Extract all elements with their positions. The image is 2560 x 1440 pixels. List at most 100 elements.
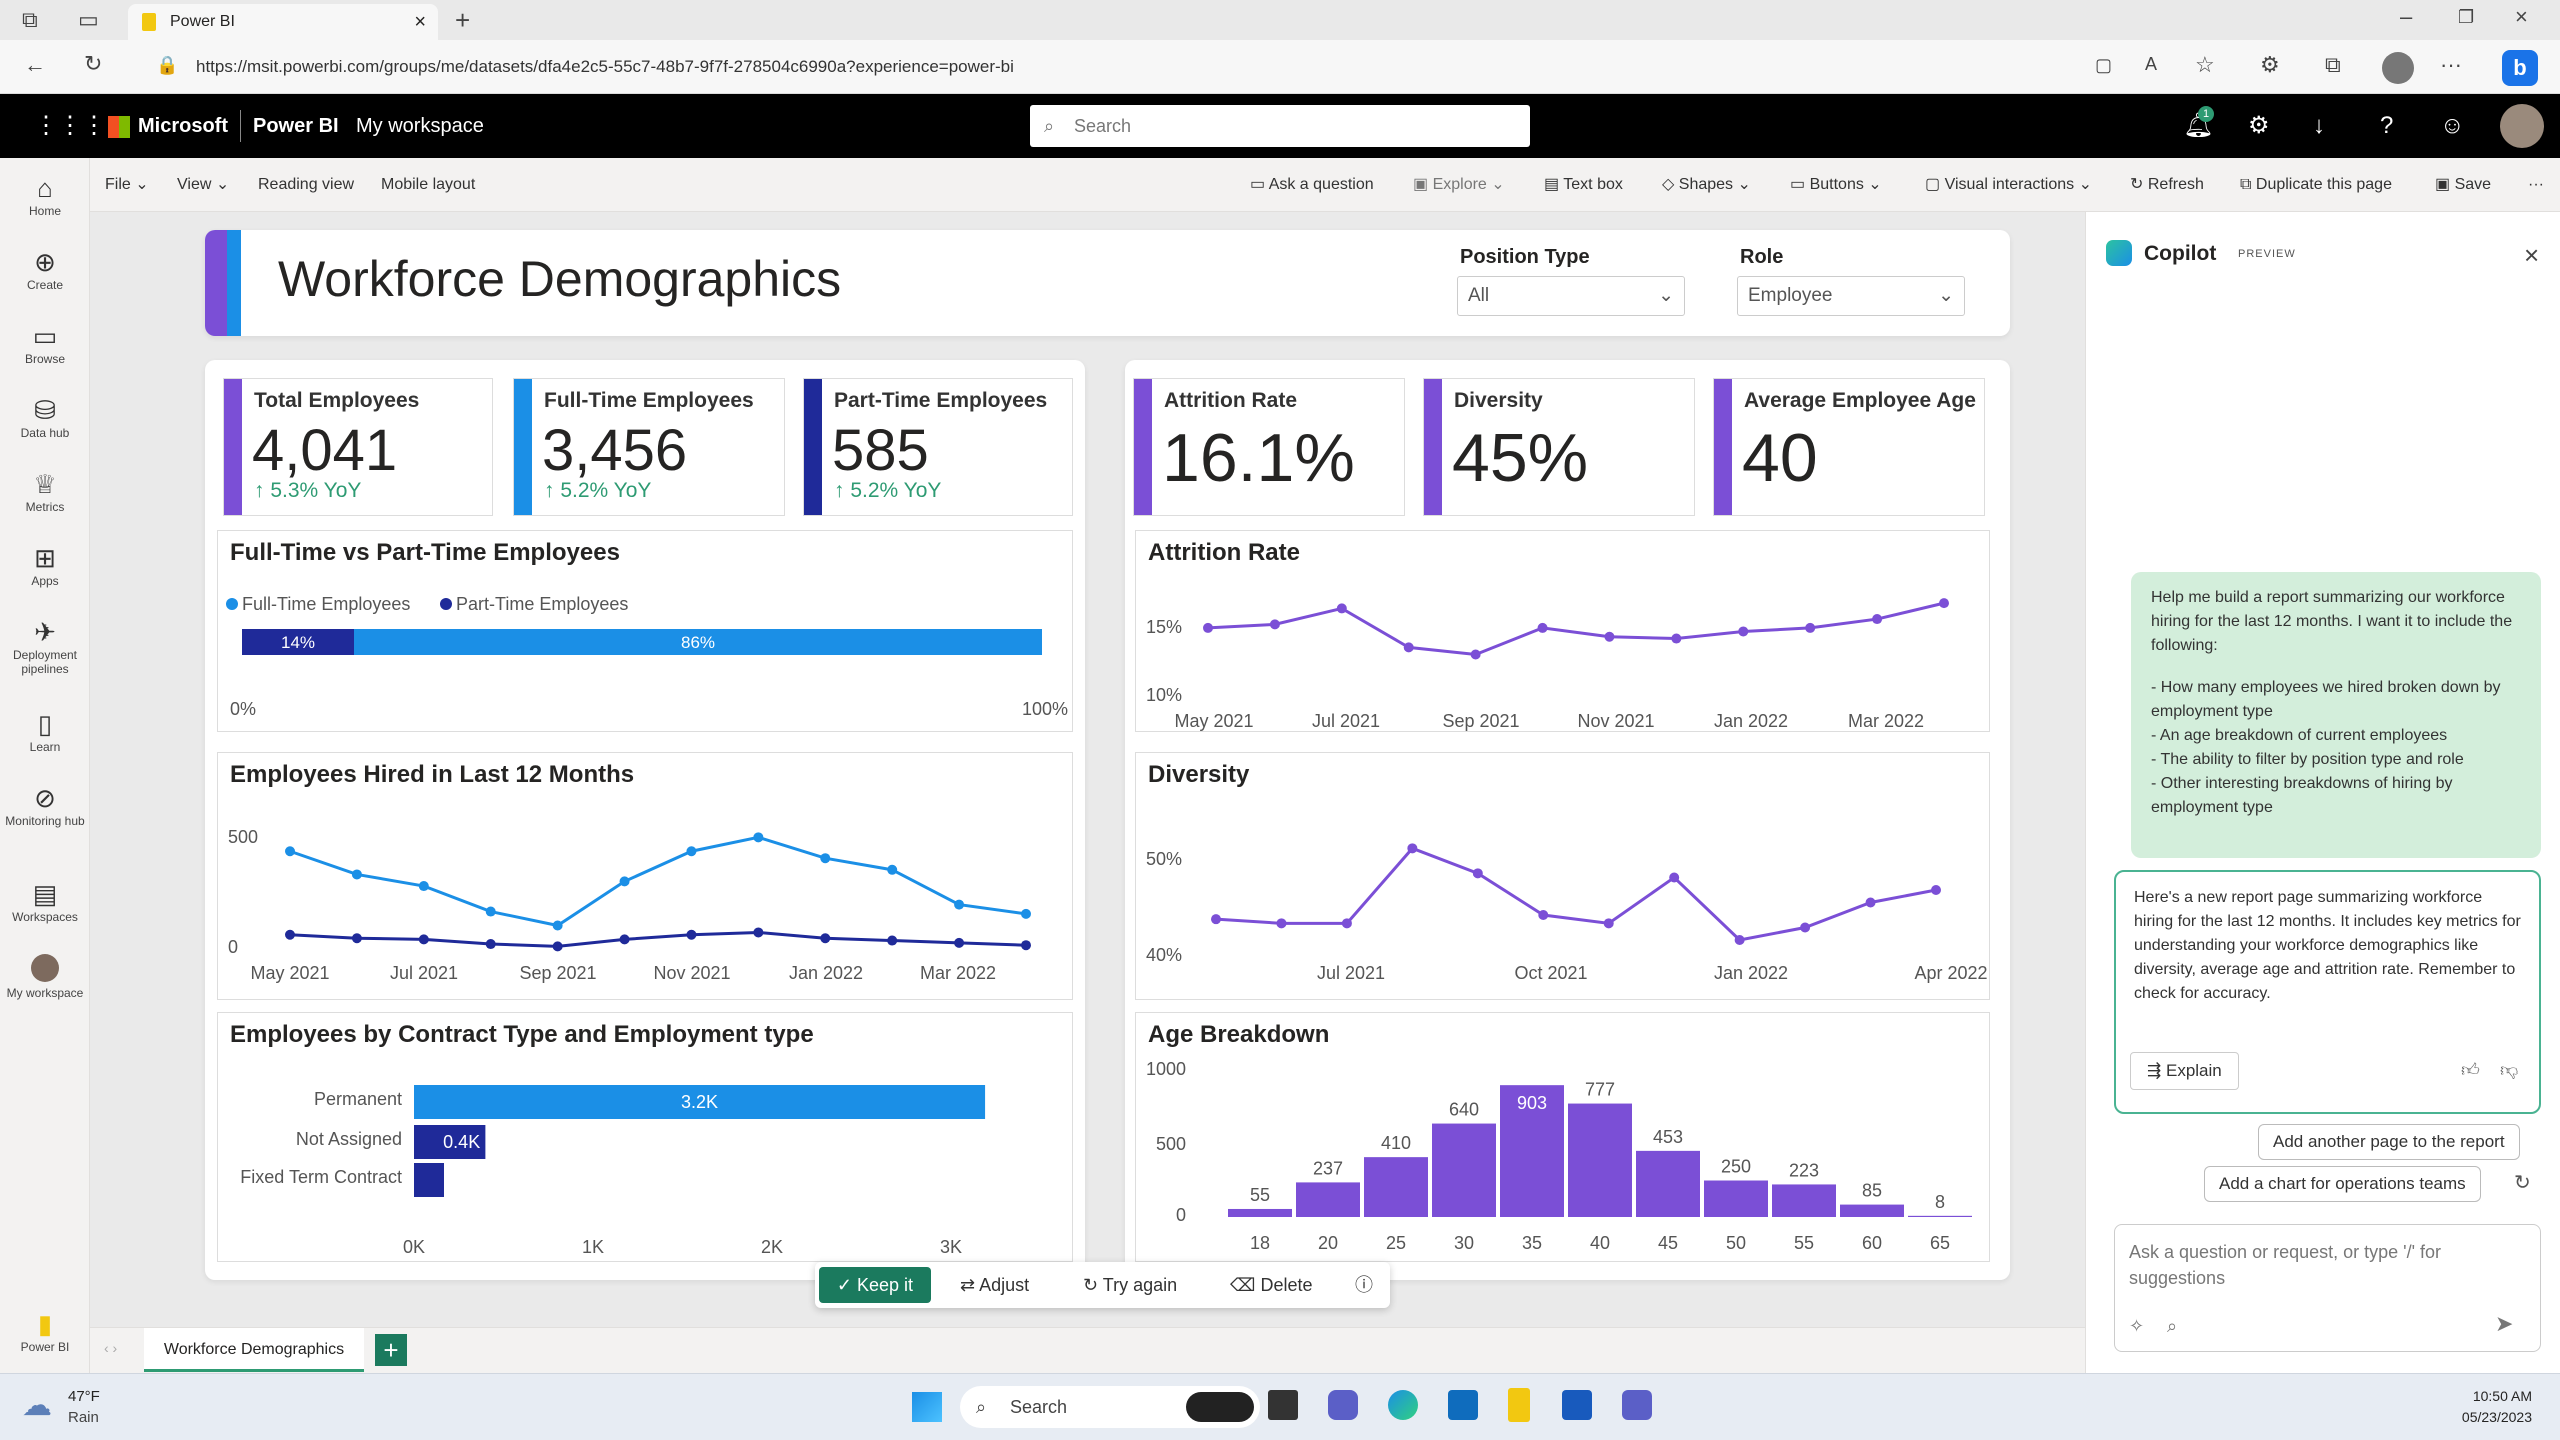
adjust-button[interactable]: ⇄ Adjust bbox=[960, 1262, 1029, 1308]
attach-icon[interactable]: ⌕ bbox=[2167, 1313, 2177, 1339]
data-label: 85 bbox=[1862, 1181, 1882, 1201]
close-copilot-icon[interactable]: × bbox=[2524, 240, 2539, 271]
more-icon[interactable]: ··· bbox=[2440, 54, 2462, 76]
edge-icon[interactable] bbox=[1388, 1390, 1418, 1420]
taskbar-search[interactable]: ⌕ Search bbox=[960, 1386, 1260, 1428]
ribbon-save[interactable]: ▣ Save bbox=[2435, 158, 2491, 212]
kpi-part-time-employees[interactable]: Part-Time Employees 585 ↑ 5.2% YoY bbox=[803, 378, 1073, 516]
ribbon-visual-interactions[interactable]: ▢ Visual interactions ⌄ bbox=[1925, 158, 2092, 212]
ribbon-buttons[interactable]: ▭ Buttons ⌄ bbox=[1790, 158, 1882, 212]
read-aloud-icon[interactable]: A bbox=[2145, 55, 2157, 73]
suggestion-chip[interactable]: Add another page to the report bbox=[2258, 1124, 2520, 1160]
user-avatar[interactable] bbox=[2500, 104, 2544, 148]
browser-tab[interactable]: Power BI × bbox=[128, 4, 438, 40]
nav-monitoring-hub[interactable]: ⊘ Monitoring hub bbox=[0, 782, 90, 828]
delete-button[interactable]: ⌫ Delete bbox=[1230, 1262, 1313, 1308]
thumbs-down-icon[interactable]: 👎︎ bbox=[2500, 1058, 2518, 1082]
page-tab-workforce[interactable]: Workforce Demographics bbox=[144, 1328, 364, 1372]
app-launcher-icon[interactable]: ⋮⋮⋮ bbox=[34, 94, 106, 158]
refresh-icon[interactable]: ↻ bbox=[84, 53, 102, 75]
sparkle-icon[interactable]: ✧ bbox=[2129, 1313, 2144, 1339]
kpi-diversity[interactable]: Diversity 45% bbox=[1423, 378, 1695, 516]
prev-page-icon[interactable]: ‹ › bbox=[104, 1340, 117, 1356]
nav-powerbi[interactable]: ▮ Power BI bbox=[0, 1308, 90, 1354]
workspaces-icon[interactable]: ⧉ bbox=[22, 9, 38, 31]
role-dropdown[interactable]: Employee ⌄ bbox=[1737, 276, 1965, 316]
powerbi-taskbar-icon[interactable] bbox=[1508, 1388, 1530, 1422]
teams-icon[interactable] bbox=[1622, 1390, 1652, 1420]
ribbon-mobile-layout[interactable]: Mobile layout bbox=[381, 158, 475, 212]
ribbon-view[interactable]: View ⌄ bbox=[177, 158, 229, 212]
visual-ft-vs-pt[interactable]: Full-Time vs Part-Time Employees Full-Ti… bbox=[217, 530, 1073, 732]
download-icon[interactable]: ↓ bbox=[2313, 94, 2325, 158]
kpi-attrition-rate[interactable]: Attrition Rate 16.1% bbox=[1133, 378, 1405, 516]
refresh-suggestions-icon[interactable]: ↻ bbox=[2514, 1170, 2531, 1195]
collections-icon[interactable]: ⧉ bbox=[2325, 54, 2341, 76]
send-icon[interactable]: ➤ bbox=[2495, 1311, 2513, 1337]
feedback-icon[interactable]: ☺ bbox=[2440, 94, 2465, 158]
ribbon-shapes[interactable]: ◇ Shapes ⌄ bbox=[1662, 158, 1751, 212]
kpi-full-time-employees[interactable]: Full-Time Employees 3,456 ↑ 5.2% YoY bbox=[513, 378, 785, 516]
suggestion-chip[interactable]: Add a chart for operations teams bbox=[2204, 1166, 2481, 1202]
nav-apps[interactable]: ⊞ Apps bbox=[0, 542, 90, 588]
ribbon-refresh[interactable]: ↻ Refresh bbox=[2130, 158, 2204, 212]
nav-browse[interactable]: ▭ Browse bbox=[0, 320, 90, 366]
visual-age-breakdown[interactable]: Age Breakdown 1000 500 0 55 18 237 20 410 25 640 3… bbox=[1135, 1012, 1990, 1262]
close-tab-icon[interactable]: × bbox=[414, 4, 426, 40]
app-available-icon[interactable]: ▢ bbox=[2095, 56, 2112, 74]
ribbon-reading-view[interactable]: Reading view bbox=[258, 158, 354, 212]
nav-workspaces[interactable]: ▤ Workspaces bbox=[0, 878, 90, 924]
nav-learn[interactable]: ▯ Learn bbox=[0, 708, 90, 754]
search-input[interactable]: ⌕ Search bbox=[1030, 105, 1530, 147]
ribbon-ask-question[interactable]: ▭ Ask a question bbox=[1250, 158, 1374, 212]
product-name[interactable]: Power BI bbox=[253, 94, 339, 158]
url-field[interactable]: https://msit.powerbi.com/groups/me/datas… bbox=[196, 52, 2196, 82]
ribbon-text-box[interactable]: ▤ Text box bbox=[1544, 158, 1623, 212]
ribbon-more-icon[interactable]: ··· bbox=[2528, 158, 2544, 212]
workspace-name[interactable]: My workspace bbox=[356, 94, 484, 158]
close-window-icon[interactable]: × bbox=[2515, 6, 2528, 28]
microsoft-brand[interactable]: Microsoft bbox=[138, 94, 228, 158]
nav-home[interactable]: ⌂ Home bbox=[0, 172, 90, 218]
explain-button[interactable]: ⇶ Explain bbox=[2130, 1052, 2239, 1090]
outlook-icon[interactable] bbox=[1448, 1390, 1478, 1420]
kpi-average-age[interactable]: Average Employee Age 40 bbox=[1713, 378, 1985, 516]
copilot-input[interactable]: Ask a question or request, or type '/' f… bbox=[2114, 1224, 2541, 1352]
thumbs-up-icon[interactable]: 👍︎ bbox=[2461, 1058, 2480, 1082]
add-page-button[interactable]: + bbox=[375, 1334, 407, 1366]
weather-icon[interactable]: ☁ bbox=[22, 1388, 52, 1423]
notifications-icon[interactable]: 🔔︎ bbox=[2183, 94, 2213, 158]
nav-my-workspace[interactable]: My workspace bbox=[0, 954, 90, 1000]
visual-employees-hired[interactable]: Employees Hired in Last 12 Months 500 0 Ma… bbox=[217, 752, 1073, 1000]
visual-contract-type[interactable]: Employees by Contract Type and Employmen… bbox=[217, 1012, 1073, 1262]
nav-deployment-pipelines[interactable]: ✈ Deployment pipelines bbox=[0, 616, 90, 676]
try-again-button[interactable]: ↻ Try again bbox=[1083, 1262, 1177, 1308]
bing-icon[interactable]: b bbox=[2502, 50, 2538, 86]
settings-icon[interactable]: ⚙ bbox=[2248, 94, 2270, 158]
nav-data-hub[interactable]: ⛁ Data hub bbox=[0, 394, 90, 440]
visual-diversity[interactable]: Diversity 50% 40% Jul 2021 Oct 2021 Jan 2022… bbox=[1135, 752, 1990, 1000]
task-view-icon[interactable] bbox=[1268, 1390, 1298, 1420]
position-type-dropdown[interactable]: All ⌄ bbox=[1457, 276, 1685, 316]
start-icon[interactable] bbox=[912, 1392, 942, 1422]
visual-attrition-rate[interactable]: Attrition Rate 15% 10% May 2021 Jul 2021 Sep… bbox=[1135, 530, 1990, 732]
ribbon-file[interactable]: File ⌄ bbox=[105, 158, 149, 212]
keep-it-button[interactable]: ✓ Keep it bbox=[819, 1267, 931, 1303]
nav-metrics[interactable]: ♕ Metrics bbox=[0, 468, 90, 514]
ribbon-duplicate-page[interactable]: ⧉ Duplicate this page bbox=[2240, 158, 2392, 212]
profile-avatar[interactable] bbox=[2382, 52, 2414, 84]
favorite-icon[interactable]: ☆ bbox=[2195, 54, 2215, 76]
tab-actions-icon[interactable]: ▭ bbox=[78, 9, 99, 31]
ribbon-explore[interactable]: ▣ Explore ⌄ bbox=[1413, 158, 1505, 212]
nav-create[interactable]: ⊕ Create bbox=[0, 246, 90, 292]
word-icon[interactable] bbox=[1562, 1390, 1592, 1420]
kpi-total-employees[interactable]: Total Employees 4,041 ↑ 5.3% YoY bbox=[223, 378, 493, 516]
minimize-icon[interactable]: – bbox=[2400, 6, 2412, 28]
info-icon[interactable]: ⓘ bbox=[1355, 1262, 1373, 1308]
restore-icon[interactable]: ❐ bbox=[2458, 8, 2474, 26]
back-icon[interactable]: ← bbox=[24, 54, 46, 76]
new-tab-icon[interactable]: + bbox=[455, 7, 470, 33]
extensions-icon[interactable]: ⚙ bbox=[2260, 54, 2280, 76]
chat-app-icon[interactable] bbox=[1328, 1390, 1358, 1420]
help-icon[interactable]: ? bbox=[2380, 94, 2393, 158]
